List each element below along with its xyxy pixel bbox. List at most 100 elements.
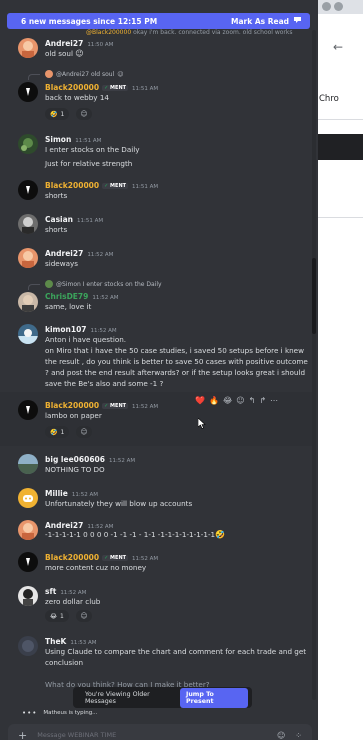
author-name[interactable]: Simon 11:51 AM — [45, 135, 101, 144]
heart-reaction-button[interactable]: ❤️ — [195, 396, 205, 405]
scrollbar-thumb[interactable] — [312, 258, 316, 334]
message-text: lambo on paper — [45, 411, 102, 420]
apps-icon[interactable]: ⁘ — [295, 731, 302, 740]
message-text: zero dollar club — [45, 597, 101, 606]
reaction-pill[interactable]: 😂 1 — [45, 610, 69, 622]
avatar-mini — [45, 280, 53, 288]
author-name[interactable]: Black200000 ✓ MENT 11:51 AM — [45, 83, 158, 92]
avatar[interactable] — [18, 636, 38, 656]
laugh-reaction-button[interactable]: 😂 — [223, 396, 232, 405]
reply-connector — [28, 284, 40, 290]
message-text: ? and post the end result afterwards? or… — [45, 368, 306, 377]
author-name[interactable]: Casian 11:51 AM — [45, 215, 103, 224]
reply-connector — [28, 74, 40, 80]
avatar[interactable] — [18, 488, 38, 508]
message-text: shorts — [45, 225, 68, 234]
avatar[interactable] — [18, 248, 38, 268]
browser-dark-bar — [318, 134, 363, 160]
message-text: the result , do you think is better to s… — [45, 357, 308, 366]
message-text: same, love it — [45, 302, 92, 311]
author-name[interactable]: Andrei27 11:50 AM — [45, 39, 113, 48]
window-control-icon[interactable] — [322, 2, 331, 11]
avatar[interactable] — [18, 134, 38, 154]
message-text: NOTHING TO DO — [45, 465, 105, 474]
jump-to-present-button[interactable]: Jump To Present — [179, 687, 248, 708]
add-reaction-icon[interactable]: ☺ — [236, 396, 244, 405]
mark-read-icon — [293, 16, 302, 26]
author-name[interactable]: Andrei27 11:52 AM — [45, 249, 113, 258]
mouse-cursor-icon — [197, 414, 206, 433]
message-text: -1-1-1-1-1 0 0 0 0 -1 -1 -1 - 1-1 -1-1-1… — [45, 530, 226, 539]
avatar[interactable] — [18, 214, 38, 234]
message-text: Unfortunately they will blow up accounts — [45, 499, 193, 508]
avatar[interactable] — [18, 38, 38, 58]
message-text: Using Claude to compare the chart and co… — [45, 647, 307, 656]
new-messages-text: 6 new messages since 12:15 PM — [21, 16, 158, 26]
emoji-picker-icon[interactable]: ☺ — [277, 731, 285, 740]
add-reaction-icon[interactable]: ☺ — [76, 610, 92, 622]
avatar[interactable] — [18, 292, 38, 312]
forward-icon[interactable]: ↱ — [259, 396, 266, 405]
message-input-placeholder[interactable]: Message WEBINAR TIME — [37, 731, 267, 739]
role-badge: ✓ MENT — [102, 403, 129, 409]
scrollbar-track[interactable] — [312, 30, 316, 700]
add-reaction-icon[interactable]: ☺ — [76, 108, 92, 120]
add-reaction-icon[interactable]: ☺ — [76, 426, 92, 438]
fire-reaction-button[interactable]: 🔥 — [209, 396, 219, 405]
author-name[interactable]: kimon107 11:52 AM — [45, 325, 117, 334]
author-name[interactable]: sft 11:52 AM — [45, 587, 86, 596]
more-options-icon[interactable]: ⋯ — [270, 396, 278, 405]
typing-dots-icon: ••• — [22, 709, 38, 717]
reply-icon[interactable]: ↰ — [249, 396, 256, 405]
avatar[interactable] — [18, 454, 38, 474]
author-name[interactable]: Millie 11:52 AM — [45, 489, 98, 498]
avatar[interactable] — [18, 586, 38, 606]
author-name[interactable]: ChrisDE79 11:52 AM — [45, 292, 118, 301]
message-text: Just for relative strength — [45, 159, 133, 168]
browser-page-text: Chro — [319, 94, 339, 104]
older-messages-banner: You're Viewing Older Messages Jump To Pr… — [73, 687, 252, 708]
message-text: on Miro that i have the 50 case studies,… — [45, 346, 304, 355]
message-text: more content cuz no money — [45, 563, 147, 572]
avatar[interactable] — [18, 180, 38, 200]
avatar[interactable] — [18, 520, 38, 540]
avatar[interactable] — [18, 400, 38, 420]
attach-plus-icon[interactable]: + — [18, 729, 27, 740]
new-messages-banner[interactable]: 6 new messages since 12:15 PM Mark As Re… — [7, 13, 310, 29]
role-badge: ✓ MENT — [102, 183, 129, 189]
message-text: back to webby 14 — [45, 93, 109, 102]
message-text: Anton i have question. — [45, 335, 127, 344]
older-messages-text: You're Viewing Older Messages — [85, 690, 150, 705]
back-arrow-icon[interactable]: ← — [333, 40, 343, 54]
message-text: shorts — [45, 191, 68, 200]
role-badge: ✓ MENT — [102, 85, 129, 91]
reaction-pill[interactable]: 🤣 1 — [45, 426, 70, 438]
author-name[interactable]: Black200000 ✓ MENT 11:52 AM — [45, 401, 158, 410]
message-hover-toolbar: ❤️ 🔥 😂 ☺ ↰ ↱ ⋯ — [195, 394, 278, 407]
author-name[interactable]: Black200000 ✓ MENT 11:51 AM — [45, 181, 158, 190]
author-name[interactable]: big lee060606 11:52 AM — [45, 455, 135, 464]
role-badge: ✓ MENT — [102, 555, 129, 561]
avatar[interactable] — [18, 324, 38, 344]
avatar[interactable] — [18, 82, 38, 102]
message-input[interactable]: + Message WEBINAR TIME ☺ ⁘ — [8, 724, 312, 740]
avatar-mini — [45, 70, 53, 78]
reaction-pill[interactable]: 🤣 1 — [45, 108, 70, 120]
typing-indicator: ••• Matheus is typing... — [22, 709, 98, 717]
avatar[interactable] — [18, 552, 38, 572]
author-name[interactable]: TheK 11:53 AM — [45, 637, 96, 646]
chat-pane: 6 new messages since 12:15 PM Mark As Re… — [0, 0, 318, 740]
message-text: save the Be's also and some -1 ? — [45, 379, 164, 388]
message-text: old soul 😉 — [45, 49, 84, 58]
reply-preview[interactable]: @Simon I enter stocks on the Daily — [45, 280, 162, 288]
divider — [318, 217, 363, 218]
author-name[interactable]: Black200000 ✓ MENT 11:52 AM — [45, 553, 158, 562]
window-control-icon[interactable] — [334, 2, 343, 11]
reply-preview[interactable]: @Andrei27 old soul 😉 — [45, 70, 124, 78]
browser-pane: ← Chro — [318, 0, 363, 740]
author-name[interactable]: Andrei27 11:52 AM — [45, 521, 113, 530]
divider — [318, 119, 363, 120]
message-text: sideways — [45, 259, 79, 268]
message-text: conclusion — [45, 658, 84, 667]
mark-as-read-button[interactable]: Mark As Read — [231, 16, 302, 26]
